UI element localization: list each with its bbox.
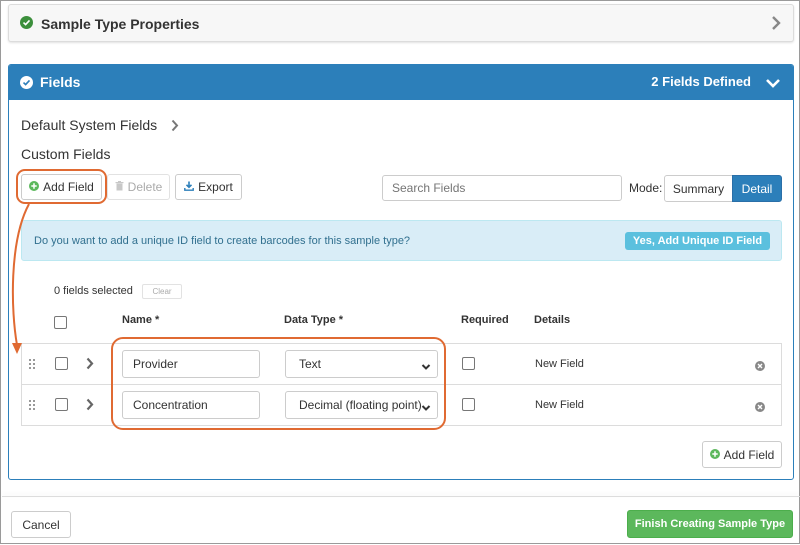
add-field-label: Add Field — [43, 180, 94, 194]
drag-handle-icon[interactable] — [29, 398, 36, 416]
add-field-bottom-label: Add Field — [723, 447, 775, 462]
trash-icon — [115, 180, 124, 194]
remove-field-icon[interactable] — [755, 399, 765, 417]
chevron-right-icon[interactable] — [86, 398, 94, 416]
cancel-button[interactable]: Cancel — [11, 511, 71, 538]
panel-title: Sample Type Properties — [41, 16, 200, 32]
mode-label: Mode: — [629, 181, 663, 195]
check-circle-icon — [20, 76, 33, 89]
export-label: Export — [198, 180, 233, 194]
required-column-header: Required — [461, 314, 509, 326]
add-unique-id-button[interactable]: Yes, Add Unique ID Field — [625, 232, 770, 250]
plus-circle-icon — [709, 448, 720, 462]
drag-handle-icon[interactable] — [29, 357, 36, 375]
default-system-fields-toggle[interactable]: Default System Fields — [21, 117, 157, 133]
chevron-down-icon — [421, 360, 431, 374]
unique-id-message: Do you want to add a unique ID field to … — [34, 235, 411, 247]
chevron-right-icon[interactable] — [171, 119, 179, 137]
data-type-select[interactable]: Text — [285, 350, 438, 378]
remove-field-icon[interactable] — [755, 358, 765, 376]
select-all-checkbox[interactable] — [54, 316, 67, 329]
chevron-down-icon[interactable] — [765, 76, 781, 94]
data-type-select[interactable]: Decimal (floating point) — [285, 391, 438, 419]
table-row: Concentration Decimal (floating point) N… — [21, 384, 782, 426]
required-checkbox[interactable] — [462, 398, 475, 411]
fields-panel-header[interactable]: Fields 2 Fields Defined — [9, 65, 793, 100]
field-details: New Field — [535, 358, 584, 370]
details-column-header: Details — [534, 314, 571, 326]
fields-panel-title: Fields — [40, 74, 81, 90]
search-fields-input[interactable] — [382, 175, 622, 201]
delete-button[interactable]: Delete — [107, 174, 170, 200]
data-type-value: Text — [299, 357, 322, 371]
fields-defined-count: 2 Fields Defined — [651, 74, 751, 89]
row-select-checkbox[interactable] — [55, 398, 68, 411]
data-type-column-header: Data Type * — [284, 314, 344, 326]
data-type-value: Decimal (floating point) — [299, 398, 422, 412]
clear-selection-button[interactable]: Clear — [142, 284, 182, 299]
mode-summary-button[interactable]: Summary — [664, 175, 733, 202]
footer-divider — [2, 496, 800, 497]
add-field-bottom-button[interactable]: Add Field — [702, 441, 782, 468]
field-name-input[interactable]: Provider — [122, 350, 260, 378]
finish-creating-sample-type-button[interactable]: Finish Creating Sample Type — [627, 510, 793, 538]
fields-selected-count: 0 fields selected — [54, 285, 133, 297]
delete-label: Delete — [127, 180, 163, 194]
default-system-fields-label: Default System Fields — [21, 117, 158, 133]
download-icon — [184, 180, 195, 194]
required-checkbox[interactable] — [462, 357, 475, 370]
row-select-checkbox[interactable] — [55, 357, 68, 370]
fields-panel: Fields 2 Fields Defined Default System F… — [8, 64, 794, 480]
chevron-down-icon — [421, 401, 431, 415]
plus-circle-icon — [29, 180, 40, 194]
chevron-right-icon[interactable] — [771, 15, 781, 36]
export-button[interactable]: Export — [175, 174, 242, 200]
check-circle-icon — [20, 16, 33, 29]
field-details: New Field — [535, 399, 584, 411]
sample-type-properties-panel[interactable]: Sample Type Properties — [8, 4, 794, 42]
table-row: Provider Text New Field — [21, 343, 782, 385]
chevron-right-icon[interactable] — [86, 357, 94, 375]
unique-id-alert: Do you want to add a unique ID field to … — [21, 220, 782, 261]
add-field-button[interactable]: Add Field — [21, 174, 102, 200]
name-column-header: Name * — [122, 314, 160, 326]
field-name-input[interactable]: Concentration — [122, 391, 260, 419]
window-frame: Sample Type Properties Fields 2 Fields D… — [0, 0, 800, 544]
custom-fields-heading: Custom Fields — [21, 146, 111, 162]
mode-detail-button[interactable]: Detail — [732, 175, 782, 202]
